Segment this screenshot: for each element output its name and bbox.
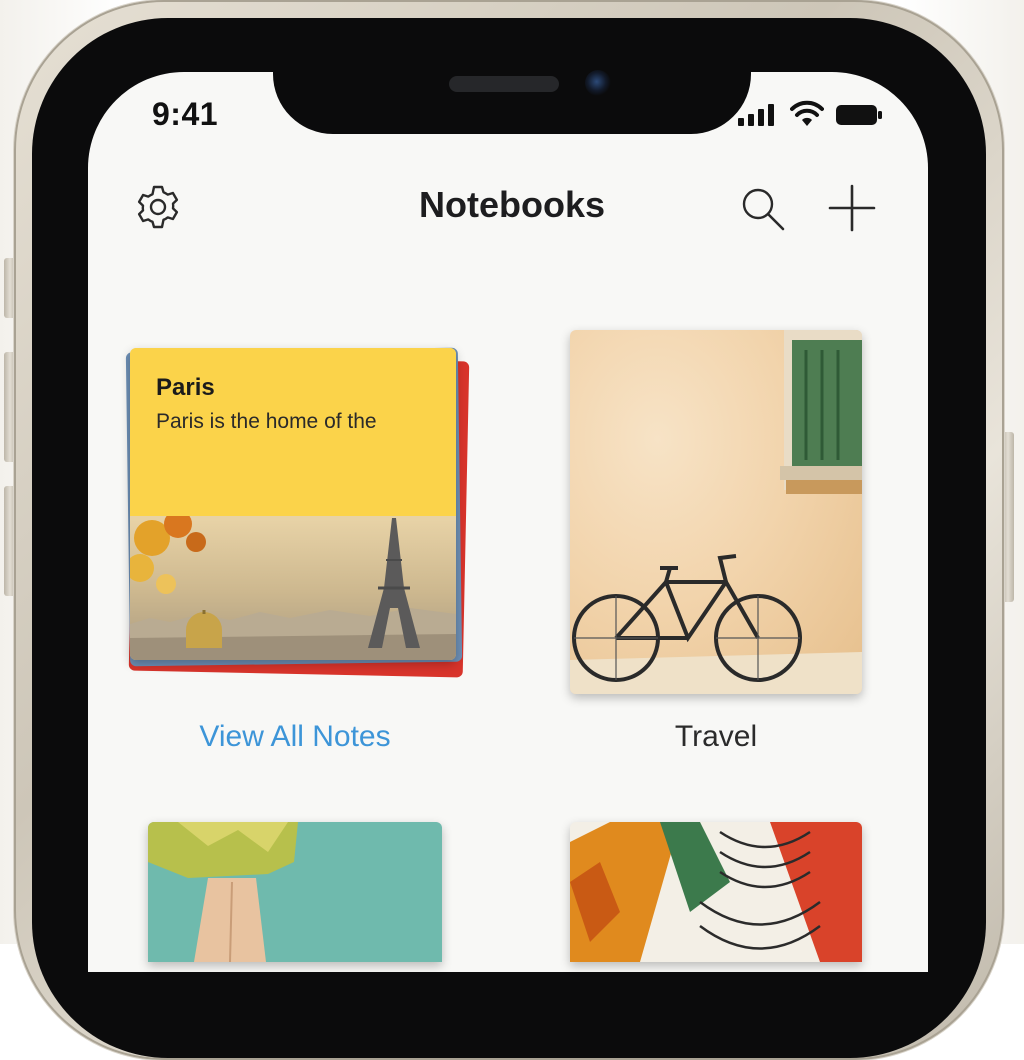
bicycle-illustration [570,330,862,694]
travel-cover [570,330,862,694]
notebook-fourth[interactable] [570,822,862,962]
cellular-signal-icon [738,104,778,126]
notebook-travel[interactable] [570,330,862,694]
sticky-note: Paris Paris is the home of the [130,348,456,516]
note-preview: Paris is the home of the [156,410,377,433]
search-icon[interactable] [738,184,786,232]
notebook-third[interactable] [148,822,442,962]
notebook-view-all-notes[interactable]: Paris Paris is the home of the [124,344,470,678]
status-time: 9:41 [152,96,219,132]
earpiece-speaker [449,76,559,92]
figure-illustration [148,822,298,962]
notch [243,18,781,134]
pattern-cover [570,822,862,962]
status-icons [738,100,888,130]
note-title: Paris [156,374,215,401]
wifi-icon [790,100,824,126]
front-camera [585,70,611,96]
pattern-illustration [570,822,862,962]
plus-icon[interactable] [826,182,878,234]
teal-cover [148,822,442,962]
notebook-label-view-all-notes[interactable]: View All Notes [140,720,450,754]
paris-cover: Paris Paris is the home of the [130,348,456,660]
battery-icon [836,105,882,125]
notebook-label-travel[interactable]: Travel [570,720,862,754]
